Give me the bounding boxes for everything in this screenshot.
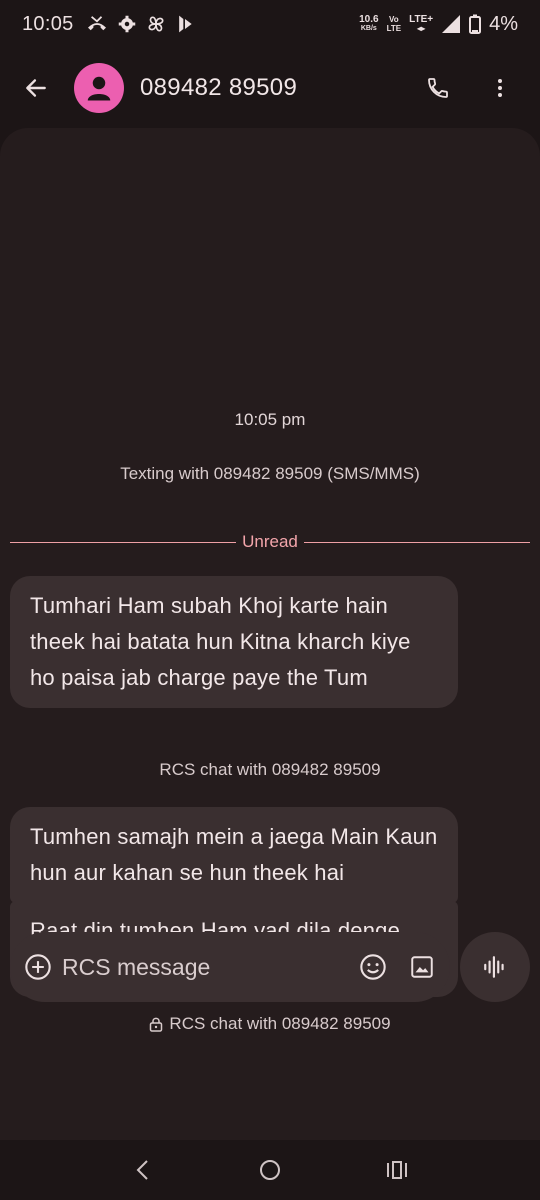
- phone-icon: [428, 78, 448, 98]
- volte-bottom: LTE: [386, 24, 402, 33]
- volte-top: Vo: [389, 15, 399, 24]
- lte-indicator: LTE+ ◂▸: [409, 14, 434, 34]
- contact-avatar[interactable]: [74, 63, 124, 113]
- conversation-timestamp: 10:05 pm: [234, 410, 306, 429]
- missed-call-icon: [87, 16, 106, 31]
- call-button[interactable]: [416, 66, 460, 110]
- system-navigation-bar: [0, 1140, 540, 1200]
- chevron-left-icon: [136, 1160, 149, 1180]
- voice-message-button[interactable]: [460, 932, 530, 1002]
- network-speed-value: 10.6: [359, 14, 379, 25]
- rcs-encryption-label: RCS chat with 089482 89509: [169, 1014, 391, 1033]
- message-bubble-incoming[interactable]: Tumhari Ham subah Khoj karte hain theek …: [10, 576, 458, 708]
- battery-icon: [469, 14, 482, 34]
- unread-divider-line-left: [10, 541, 237, 543]
- battery-percent: 4%: [489, 12, 518, 35]
- arrow-left-icon: [26, 79, 46, 97]
- emoji-icon: [359, 954, 386, 980]
- status-bar: 10:05 10.6 KB/s Vo LTE LTE+ ◂▸ 4%: [0, 0, 540, 48]
- app-bar-actions: [416, 66, 522, 110]
- home-circle-icon: [259, 1160, 280, 1180]
- data-arrows-icon: ◂▸: [417, 24, 426, 33]
- add-circle-icon: [25, 954, 51, 980]
- message-composer: [10, 932, 450, 1002]
- back-button[interactable]: [8, 60, 64, 116]
- settings-gear-icon: [118, 15, 135, 33]
- nav-recents-button[interactable]: [367, 1145, 427, 1195]
- unread-divider-line-right: [303, 541, 531, 543]
- status-system-icons: 10.6 KB/s Vo LTE LTE+ ◂▸ 4%: [359, 13, 518, 36]
- unread-divider: Unread: [10, 532, 531, 552]
- app-notification-icon: [178, 15, 192, 33]
- rcs-chat-note: RCS chat with 089482 89509: [159, 760, 381, 779]
- unread-label: Unread: [242, 532, 298, 551]
- status-time: 10:05: [22, 12, 74, 35]
- message-input[interactable]: [62, 953, 358, 981]
- nav-home-button[interactable]: [240, 1145, 300, 1195]
- volte-indicator: Vo LTE: [387, 15, 402, 33]
- pinwheel-icon: [148, 16, 164, 32]
- recents-icon: [386, 1161, 407, 1179]
- lock-icon: [150, 1017, 163, 1032]
- network-speed: 10.6 KB/s: [359, 15, 378, 33]
- contact-name[interactable]: 089482 89509: [140, 74, 297, 102]
- more-options-button[interactable]: [478, 66, 522, 110]
- image-icon: [410, 956, 433, 978]
- person-icon: [87, 76, 111, 101]
- gallery-button[interactable]: [407, 947, 436, 987]
- rcs-encryption-note: RCS chat with 089482 89509: [0, 1014, 540, 1034]
- attach-button[interactable]: [24, 950, 52, 984]
- lte-label: LTE+: [409, 14, 434, 25]
- signal-icon: [442, 15, 461, 33]
- nav-back-button[interactable]: [113, 1145, 173, 1195]
- network-speed-unit: KB/s: [360, 25, 377, 32]
- app-bar: 089482 89509: [0, 48, 540, 128]
- more-vert-icon: [498, 79, 502, 97]
- message-bubble-incoming[interactable]: Tumhen samajh mein a jaega Main Kaun hun…: [10, 807, 458, 903]
- emoji-button[interactable]: [358, 947, 387, 987]
- status-notification-icons: [86, 14, 194, 34]
- voice-waveform-icon: [484, 956, 504, 978]
- texting-with-info: Texting with 089482 89509 (SMS/MMS): [120, 464, 420, 483]
